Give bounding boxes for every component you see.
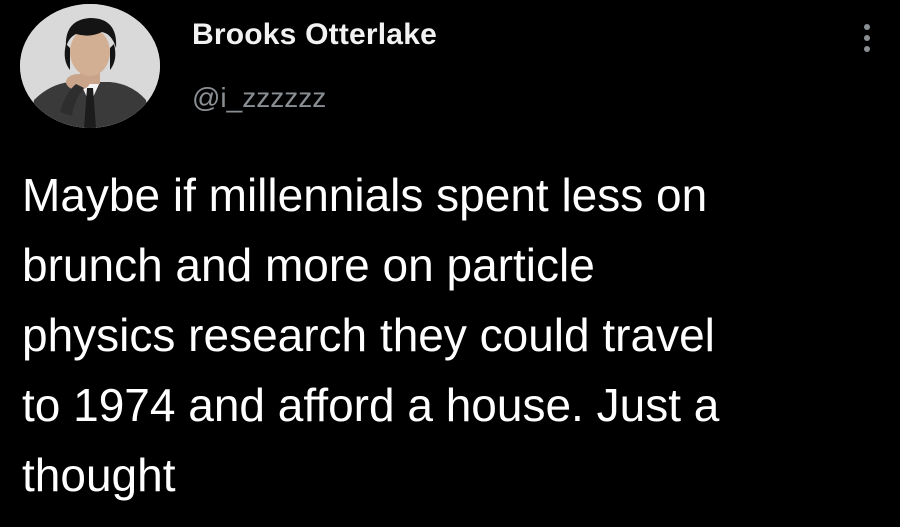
- tweet-text-line: physics research they could travel: [22, 309, 715, 361]
- more-options-button[interactable]: [850, 16, 884, 60]
- vertical-ellipsis-icon: [864, 24, 870, 30]
- author-display-name[interactable]: Brooks Otterlake: [192, 18, 437, 52]
- tweet-text-line: brunch and more on particle: [22, 239, 595, 291]
- author-avatar[interactable]: [20, 4, 160, 128]
- tweet-text-line: Maybe if millennials spent less on: [22, 169, 708, 221]
- vertical-ellipsis-icon-dot: [864, 35, 870, 41]
- vertical-ellipsis-icon-dot: [864, 46, 870, 52]
- tweet-text-line: thought: [22, 449, 176, 501]
- tweet-text-line: to 1974 and afford a house. Just a: [22, 379, 720, 431]
- profile-photo-icon: [20, 4, 160, 128]
- author-handle[interactable]: @i_zzzzzz: [192, 82, 326, 114]
- tweet-card: Brooks Otterlake @i_zzzzzz Maybe if mill…: [0, 0, 900, 527]
- tweet-text: Maybe if millennials spent less on brunc…: [22, 160, 890, 510]
